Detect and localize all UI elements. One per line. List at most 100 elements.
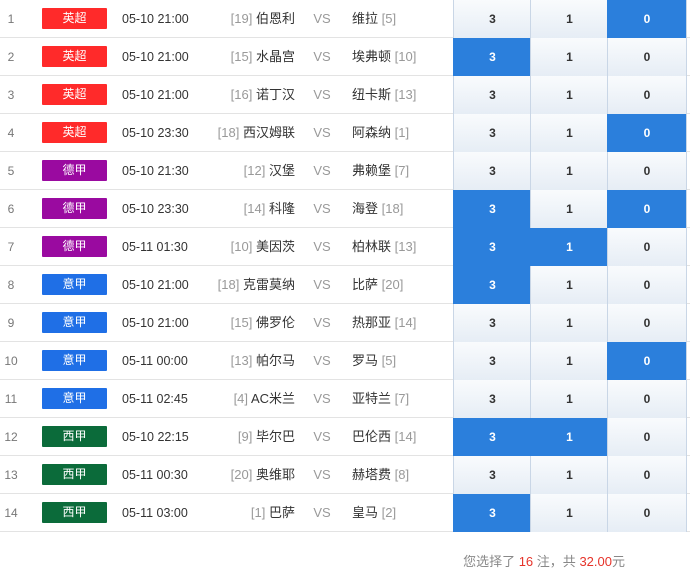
bet-option-lose[interactable]: 0 <box>607 190 687 228</box>
bet-option-win[interactable]: 3 <box>453 152 531 190</box>
bet-option-lose[interactable]: 0 <box>607 418 687 456</box>
bet-option-draw[interactable]: 1 <box>530 228 608 266</box>
away-team[interactable]: 巴伦西 [14] <box>352 418 452 456</box>
bet-option-draw[interactable]: 1 <box>530 152 608 190</box>
home-team[interactable]: [15] 水晶宫 <box>215 38 295 76</box>
home-team[interactable]: [10] 美因茨 <box>215 228 295 266</box>
away-team[interactable]: 弗赖堡 [7] <box>352 152 452 190</box>
bet-option-win[interactable]: 3 <box>453 494 531 532</box>
away-team-name: 亚特兰 <box>352 391 392 406</box>
home-team[interactable]: [4] AC米兰 <box>215 380 295 418</box>
league-badge[interactable]: 德甲 <box>42 160 107 181</box>
away-rank: [7] <box>394 391 410 406</box>
bet-option-lose[interactable]: 0 <box>607 456 687 494</box>
league-badge[interactable]: 意甲 <box>42 274 107 295</box>
bet-option-lose[interactable]: 0 <box>607 76 687 114</box>
bet-option-draw[interactable]: 1 <box>530 380 608 418</box>
bet-option-draw[interactable]: 1 <box>530 38 608 76</box>
bet-option-lose[interactable]: 0 <box>607 342 687 380</box>
bet-option-draw[interactable]: 1 <box>530 304 608 342</box>
bet-option-draw[interactable]: 1 <box>530 342 608 380</box>
away-team[interactable]: 柏林联 [13] <box>352 228 452 266</box>
bet-option-lose[interactable]: 0 <box>607 266 687 304</box>
bet-option-lose[interactable]: 0 <box>607 228 687 266</box>
bet-option-draw[interactable]: 1 <box>530 266 608 304</box>
away-team-name: 弗赖堡 <box>352 163 392 178</box>
league-badge[interactable]: 西甲 <box>42 464 107 485</box>
bet-option-lose[interactable]: 0 <box>607 380 687 418</box>
away-team[interactable]: 赫塔费 [8] <box>352 456 452 494</box>
league-badge[interactable]: 意甲 <box>42 312 107 333</box>
away-team[interactable]: 皇马 [2] <box>352 494 452 532</box>
bet-option-lose[interactable]: 0 <box>607 304 687 342</box>
vs-label: VS <box>313 125 331 140</box>
bet-option-draw[interactable]: 1 <box>530 190 608 228</box>
away-team[interactable]: 海登 [18] <box>352 190 452 228</box>
bet-option-draw[interactable]: 1 <box>530 418 608 456</box>
home-team[interactable]: [9] 毕尔巴 <box>215 418 295 456</box>
home-team[interactable]: [18] 西汉姆联 <box>215 114 295 152</box>
bet-option-win[interactable]: 3 <box>453 76 531 114</box>
away-team[interactable]: 阿森纳 [1] <box>352 114 452 152</box>
bet-option-lose[interactable]: 0 <box>607 114 687 152</box>
bet-option-win[interactable]: 3 <box>453 456 531 494</box>
bet-option-win[interactable]: 3 <box>453 38 531 76</box>
bet-option-win[interactable]: 3 <box>453 114 531 152</box>
away-team[interactable]: 亚特兰 [7] <box>352 380 452 418</box>
bet-option-draw[interactable]: 1 <box>530 456 608 494</box>
bet-option-win[interactable]: 3 <box>453 342 531 380</box>
home-team[interactable]: [15] 佛罗伦 <box>215 304 295 342</box>
home-team[interactable]: [12] 汉堡 <box>215 152 295 190</box>
home-team[interactable]: [1] 巴萨 <box>215 494 295 532</box>
away-team[interactable]: 罗马 [5] <box>352 342 452 380</box>
bet-option-draw[interactable]: 1 <box>530 0 608 38</box>
league-badge[interactable]: 西甲 <box>42 426 107 447</box>
bet-option-win[interactable]: 3 <box>453 0 531 38</box>
bet-option-lose[interactable]: 0 <box>607 152 687 190</box>
away-rank: [7] <box>394 163 410 178</box>
league-badge[interactable]: 英超 <box>42 46 107 67</box>
away-team[interactable]: 比萨 [20] <box>352 266 452 304</box>
match-number: 2 <box>7 50 15 64</box>
league-badge[interactable]: 德甲 <box>42 198 107 219</box>
away-team[interactable]: 维拉 [5] <box>352 0 452 38</box>
league-badge[interactable]: 意甲 <box>42 388 107 409</box>
vs-label: VS <box>313 429 331 444</box>
home-team[interactable]: [18] 克雷莫纳 <box>215 266 295 304</box>
home-team[interactable]: [20] 奥维耶 <box>215 456 295 494</box>
away-team[interactable]: 埃弗顿 [10] <box>352 38 452 76</box>
bet-option-lose[interactable]: 0 <box>607 0 687 38</box>
bet-option-win[interactable]: 3 <box>453 266 531 304</box>
bet-option-win[interactable]: 3 <box>453 380 531 418</box>
bet-option-win[interactable]: 3 <box>453 304 531 342</box>
home-team[interactable]: [14] 科隆 <box>215 190 295 228</box>
away-team[interactable]: 纽卡斯 [13] <box>352 76 452 114</box>
bet-option-draw[interactable]: 1 <box>530 114 608 152</box>
vs-label: VS <box>313 239 331 254</box>
away-rank: [1] <box>394 125 410 140</box>
vs-label: VS <box>313 163 331 178</box>
away-team[interactable]: 热那亚 [14] <box>352 304 452 342</box>
bet-option-win[interactable]: 3 <box>453 228 531 266</box>
home-team[interactable]: [19] 伯恩利 <box>215 0 295 38</box>
league-badge[interactable]: 英超 <box>42 8 107 29</box>
league-badge[interactable]: 英超 <box>42 122 107 143</box>
match-time: 05-10 23:30 <box>122 202 189 216</box>
bet-option-draw[interactable]: 1 <box>530 76 608 114</box>
league-badge[interactable]: 德甲 <box>42 236 107 257</box>
home-team[interactable]: [13] 帕尔马 <box>215 342 295 380</box>
league-badge[interactable]: 意甲 <box>42 350 107 371</box>
bet-option-draw[interactable]: 1 <box>530 494 608 532</box>
match-row: 13 西甲 05-11 00:30 [20] 奥维耶 VS 赫塔费 [8] 3 1 0 <box>0 456 690 494</box>
home-rank: [9] <box>237 429 253 444</box>
match-time: 05-10 22:15 <box>122 430 189 444</box>
match-row: 3 英超 05-10 21:00 [16] 诺丁汉 VS 纽卡斯 [13] 3 1 0 <box>0 76 690 114</box>
bet-option-lose[interactable]: 0 <box>607 38 687 76</box>
summary-prefix: 您选择了 <box>463 554 516 569</box>
home-team[interactable]: [16] 诺丁汉 <box>215 76 295 114</box>
bet-option-win[interactable]: 3 <box>453 190 531 228</box>
league-badge[interactable]: 英超 <box>42 84 107 105</box>
bet-option-lose[interactable]: 0 <box>607 494 687 532</box>
league-badge[interactable]: 西甲 <box>42 502 107 523</box>
bet-option-win[interactable]: 3 <box>453 418 531 456</box>
